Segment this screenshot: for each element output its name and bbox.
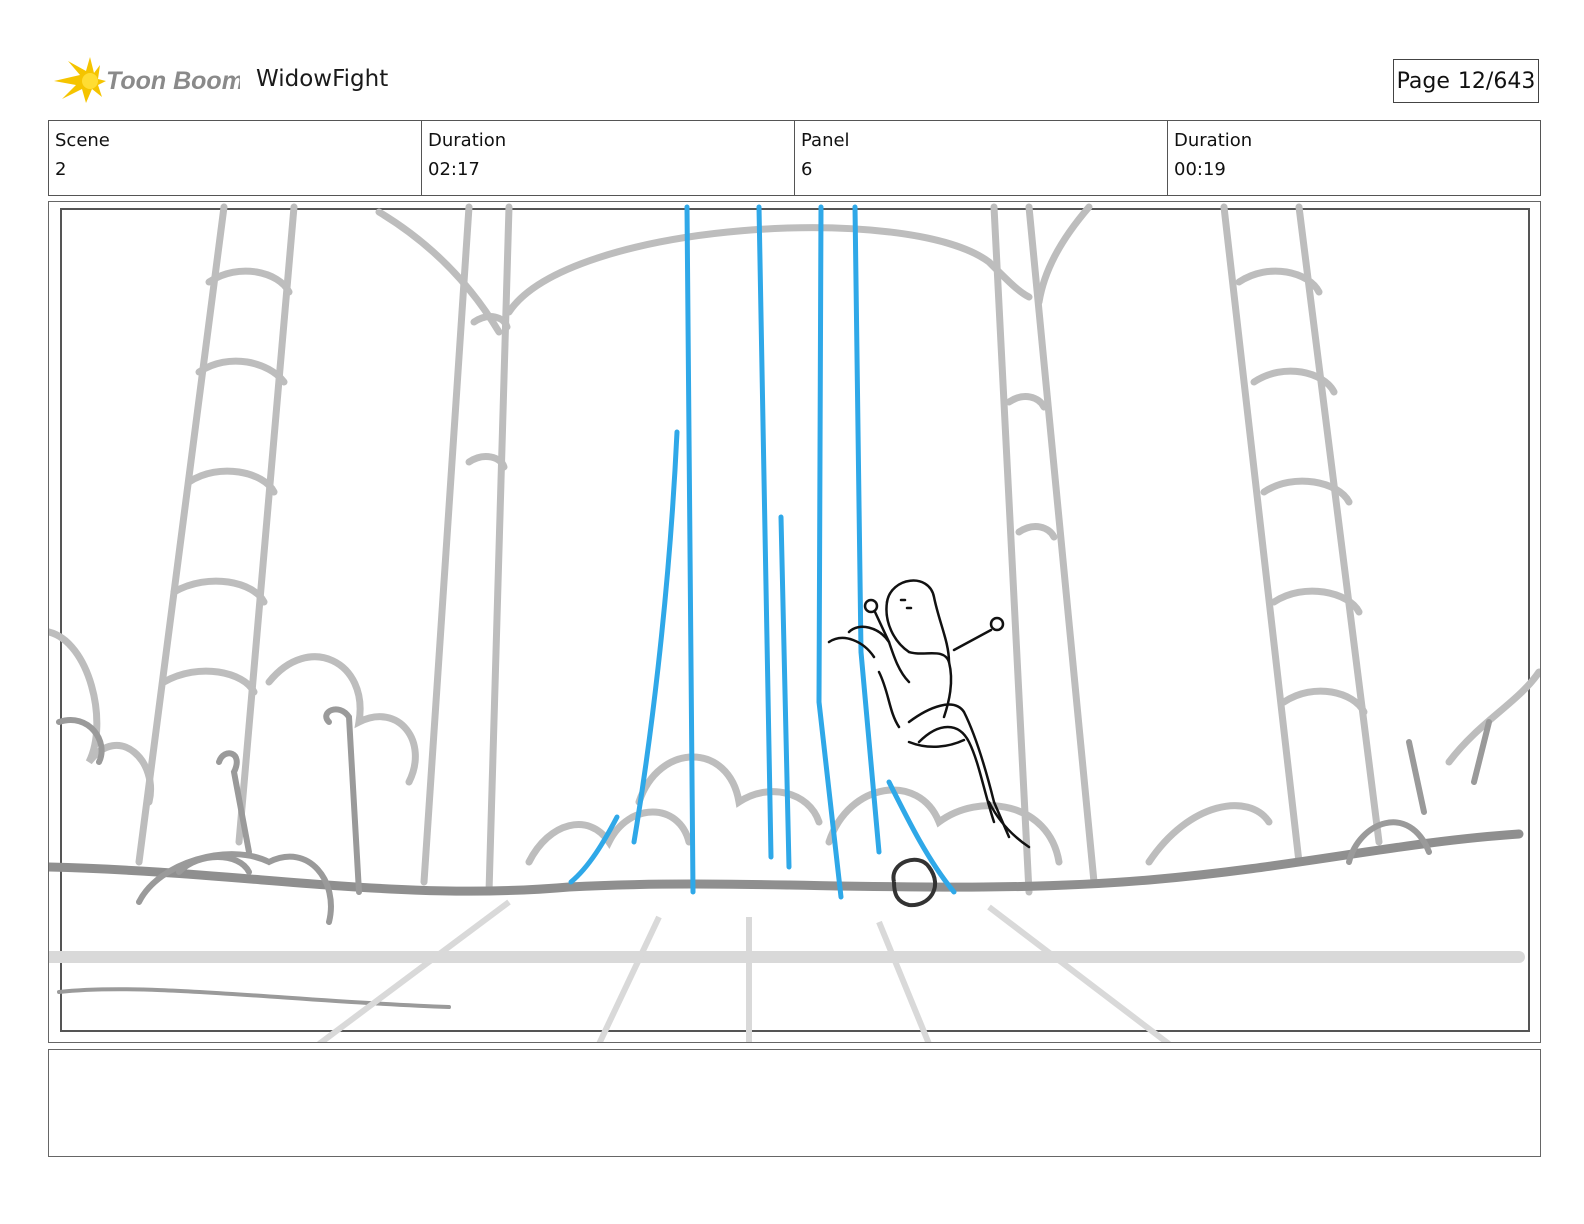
storyboard-panel <box>48 201 1541 1043</box>
project-title: WidowFight <box>256 66 389 92</box>
page-number: 12/643 <box>1457 68 1536 94</box>
logo-text: Toon Boom <box>106 67 240 95</box>
scene-label: Scene <box>55 130 110 151</box>
floor-lines <box>317 899 1171 1042</box>
panel-duration-label: Duration <box>1174 130 1253 151</box>
scene-duration-value: 02:17 <box>428 159 480 180</box>
panel-duration-value: 00:19 <box>1174 159 1226 180</box>
scene-duration-label: Duration <box>428 130 507 151</box>
foreground-plants <box>56 706 1492 925</box>
scene-duration-cell: Duration 02:17 <box>422 121 795 195</box>
panel-sketch <box>49 203 1540 1042</box>
page-label: Page <box>1396 68 1450 94</box>
starburst-icon <box>54 57 106 103</box>
panel-value: 6 <box>801 159 813 180</box>
background-trees <box>49 203 1540 896</box>
scene-value: 2 <box>55 159 67 180</box>
panel-info-table: Scene 2 Duration 02:17 Panel 6 Duration … <box>48 120 1541 196</box>
panel-cell: Panel 6 <box>795 121 1168 195</box>
scene-cell: Scene 2 <box>49 121 422 195</box>
panel-duration-cell: Duration 00:19 <box>1168 121 1540 195</box>
page-indicator: Page 12/643 <box>1393 59 1539 103</box>
panel-notes-box[interactable] <box>48 1049 1541 1157</box>
toon-boom-logo: Toon Boom <box>50 55 244 107</box>
panel-label: Panel <box>801 130 850 151</box>
